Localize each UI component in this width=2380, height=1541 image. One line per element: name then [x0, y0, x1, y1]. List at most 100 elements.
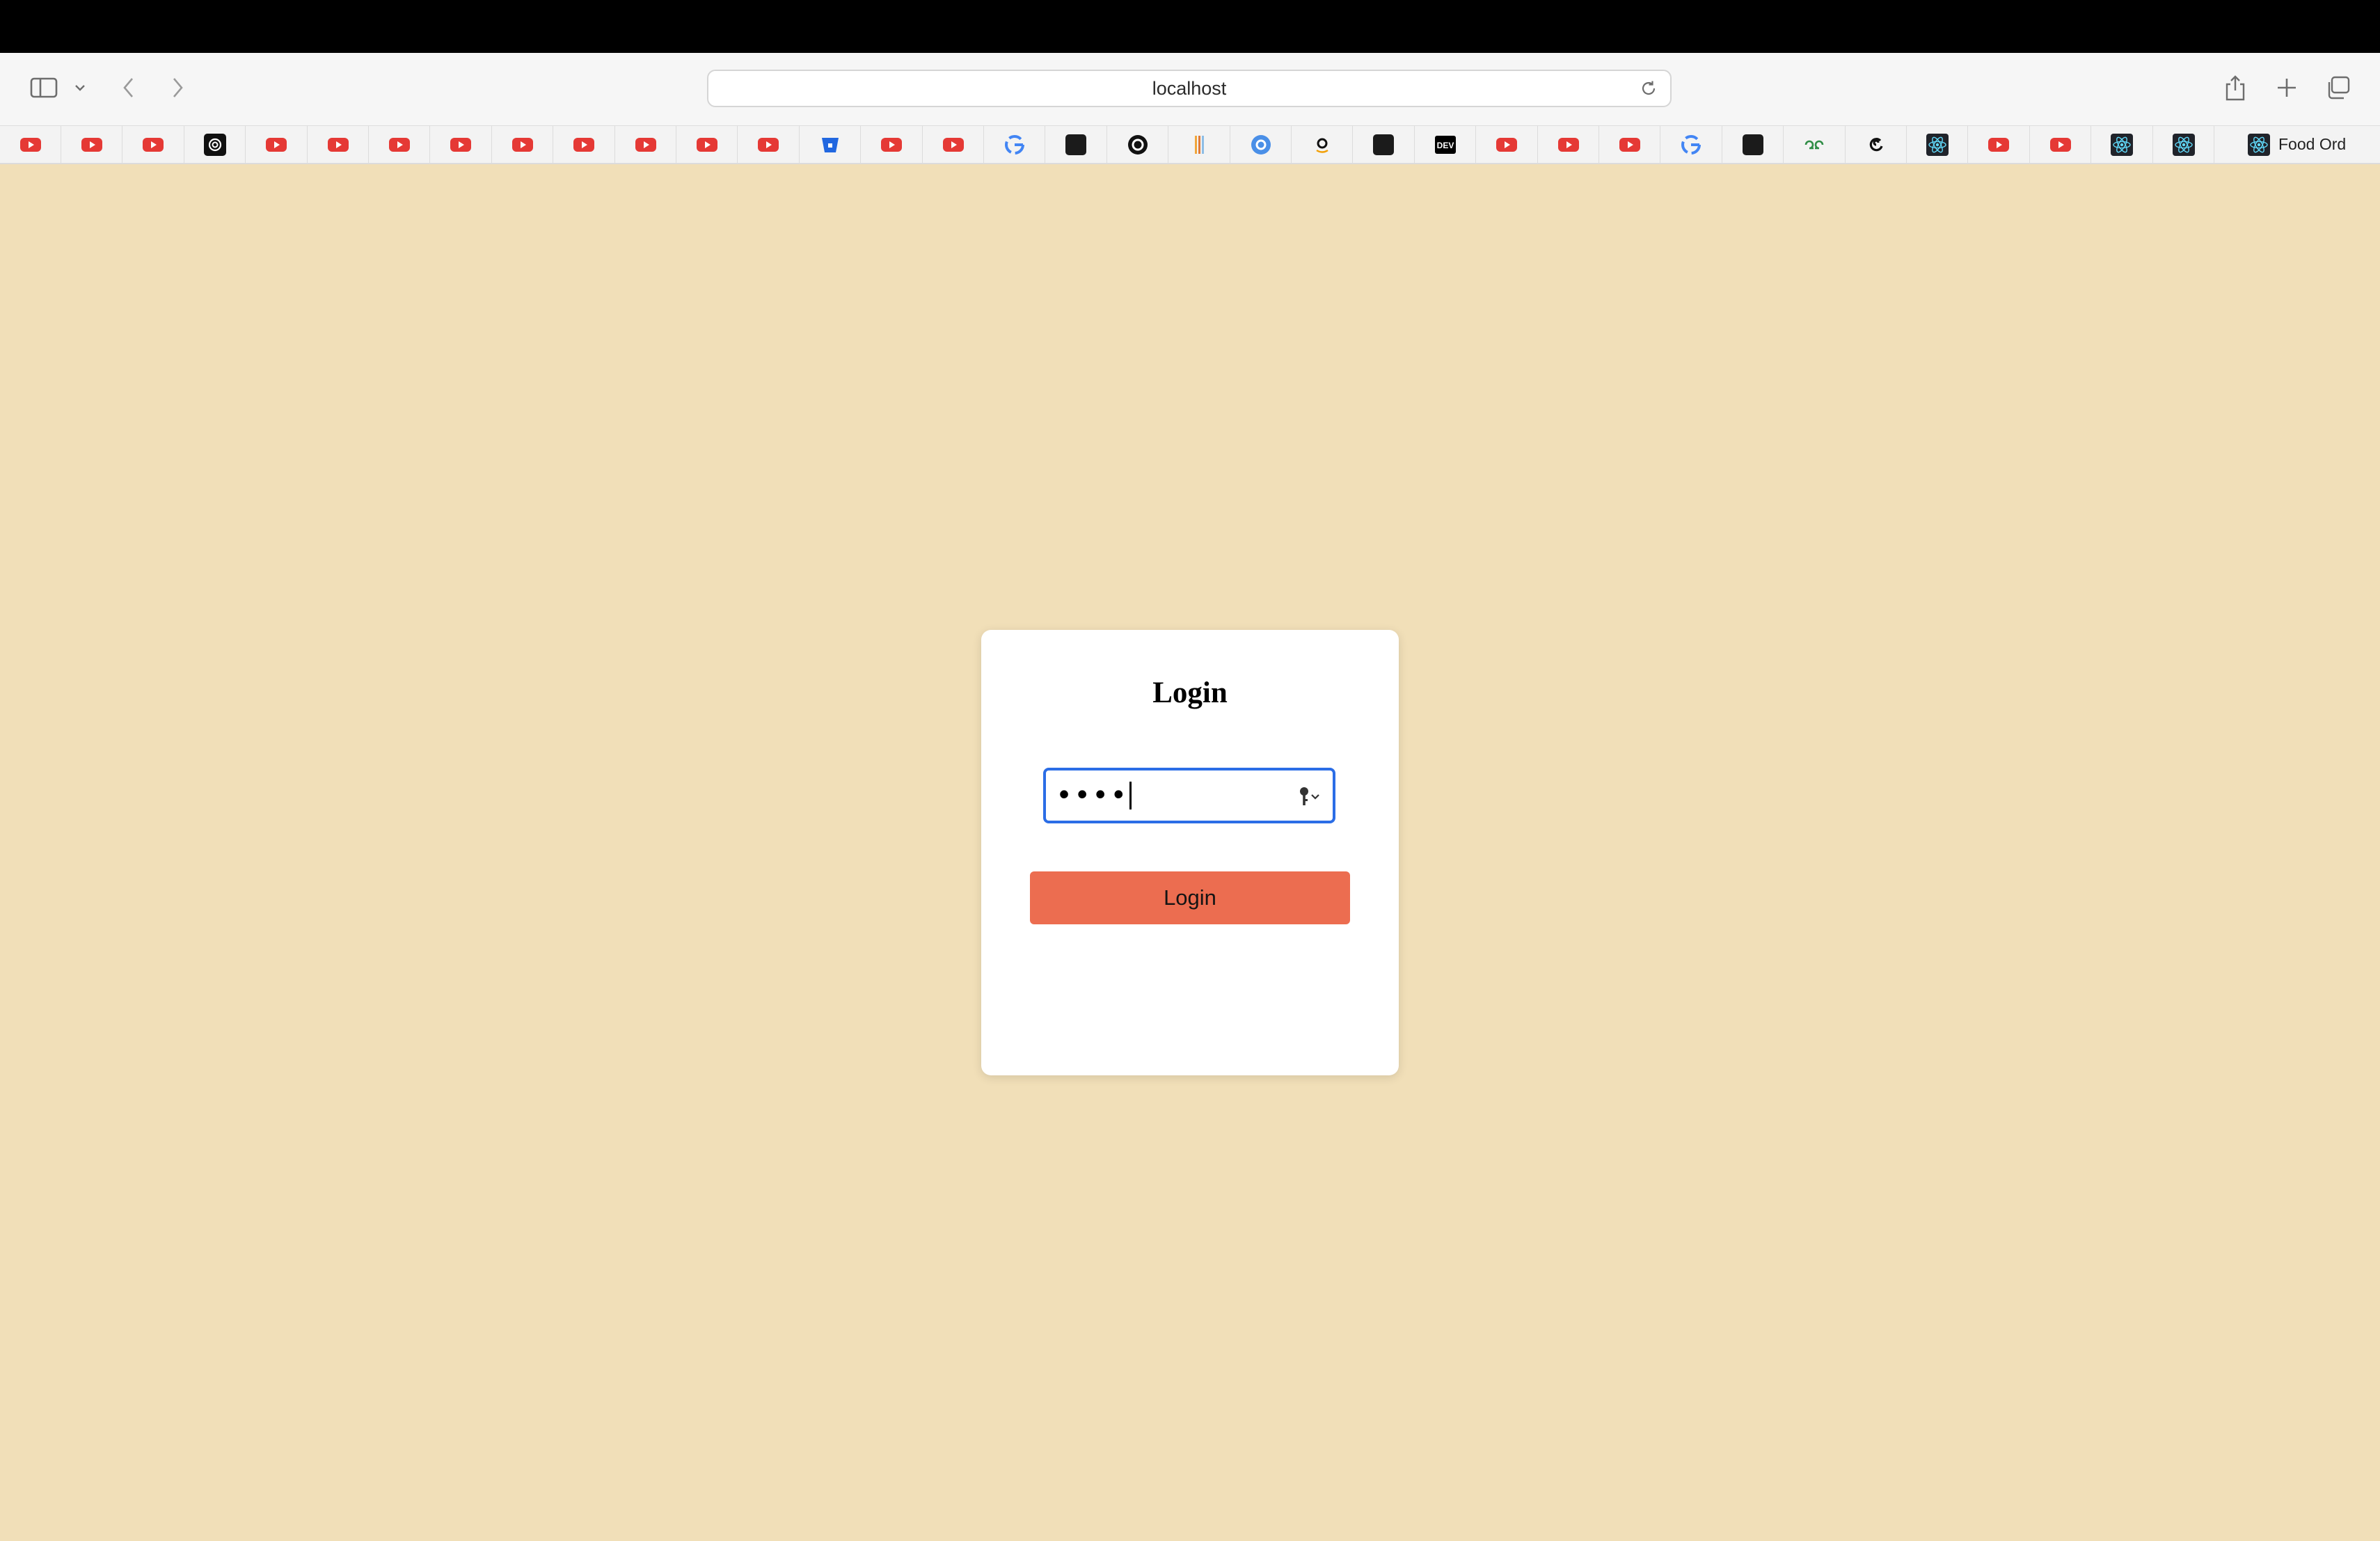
youtube-icon — [1557, 137, 1579, 152]
bookmark-item[interactable] — [492, 126, 554, 163]
youtube-icon — [511, 137, 533, 152]
bookmark-label: Food Ord — [2278, 135, 2347, 153]
youtube-icon — [388, 137, 410, 152]
react-icon — [2248, 133, 2270, 156]
dev-icon: DEV — [1434, 135, 1456, 154]
dark-square-icon — [1373, 134, 1395, 155]
bookmark-item[interactable] — [984, 126, 1046, 163]
youtube-icon — [881, 137, 903, 152]
forward-button[interactable] — [164, 68, 191, 107]
bookmark-item[interactable] — [0, 126, 61, 163]
react-icon — [2111, 133, 2134, 156]
new-tab-button[interactable] — [2273, 68, 2301, 107]
share-button[interactable] — [2221, 68, 2249, 107]
bookmark-item[interactable] — [1292, 126, 1354, 163]
bookmark-item[interactable] — [1907, 126, 1969, 163]
address-text: localhost — [1152, 77, 1227, 99]
bookmark-item[interactable] — [2153, 126, 2214, 163]
tab-overview-button[interactable] — [2324, 68, 2352, 107]
chevron-right-icon — [173, 78, 183, 97]
sidebar-toggle-button[interactable] — [26, 68, 61, 107]
react-icon — [2172, 133, 2195, 156]
bookmark-item[interactable] — [123, 126, 184, 163]
circle-logo-icon — [1127, 134, 1148, 155]
bookmark-item[interactable] — [1538, 126, 1599, 163]
bookmark-item[interactable] — [184, 126, 246, 163]
bookmark-item[interactable] — [554, 126, 615, 163]
youtube-icon — [81, 137, 102, 152]
sidebar-icon — [30, 77, 58, 98]
password-value: •••• — [1056, 780, 1129, 812]
text-caret — [1129, 782, 1132, 809]
youtube-icon — [758, 137, 779, 152]
bookmark-item[interactable] — [61, 126, 123, 163]
youtube-icon — [19, 137, 41, 152]
youtube-icon — [143, 137, 164, 152]
login-button[interactable]: Login — [1030, 871, 1350, 924]
password-input[interactable]: •••• — [1043, 768, 1335, 823]
youtube-icon — [450, 137, 472, 152]
bookmarks-bar: DEV Food Ord — [0, 126, 2380, 164]
bookmark-item[interactable] — [862, 126, 923, 163]
bookmark-item[interactable] — [2092, 126, 2153, 163]
amazon-icon — [1312, 135, 1331, 154]
svg-text:DEV: DEV — [1436, 141, 1454, 150]
bookmark-item[interactable] — [738, 126, 800, 163]
chevron-left-icon — [123, 78, 133, 97]
blue-circle-icon — [1251, 134, 1271, 155]
share-icon — [2226, 75, 2245, 101]
bookmark-item[interactable] — [1046, 126, 1107, 163]
geeksforgeeks-icon — [1804, 140, 1824, 149]
bookmark-item[interactable] — [1846, 126, 1907, 163]
tabs-icon — [2328, 76, 2350, 100]
youtube-icon — [1496, 137, 1518, 152]
youtube-icon — [942, 137, 964, 152]
bookmark-item[interactable] — [1784, 126, 1846, 163]
google-icon — [1004, 134, 1024, 155]
bookmark-item[interactable] — [1169, 126, 1230, 163]
sidebar-menu-button[interactable] — [70, 68, 90, 107]
bookmark-item[interactable] — [1599, 126, 1661, 163]
bookmark-item[interactable] — [1230, 126, 1292, 163]
password-key-icon[interactable] — [1295, 784, 1323, 808]
openai-icon — [203, 133, 226, 156]
bookmark-item[interactable] — [246, 126, 308, 163]
youtube-icon — [1988, 137, 2010, 152]
youtube-icon — [327, 137, 349, 152]
bookmark-item[interactable] — [923, 126, 984, 163]
bookmark-food-ord[interactable]: Food Ord — [2215, 126, 2380, 163]
youtube-icon — [2049, 137, 2071, 152]
youtube-icon — [573, 137, 595, 152]
bookmark-item[interactable] — [1477, 126, 1538, 163]
bitbucket-icon — [821, 137, 839, 152]
reload-icon[interactable] — [1640, 79, 1658, 97]
bookmark-item[interactable] — [1354, 126, 1415, 163]
youtube-icon — [266, 137, 287, 152]
login-title: Login — [1152, 677, 1228, 709]
bookmark-item[interactable] — [615, 126, 676, 163]
bookmark-item[interactable] — [1661, 126, 1722, 163]
bookmark-item[interactable] — [308, 126, 369, 163]
bookmark-item[interactable] — [676, 126, 738, 163]
bookmark-item[interactable] — [1107, 126, 1169, 163]
chevron-down-icon — [75, 85, 85, 91]
login-card: Login •••• Login — [981, 630, 1399, 1075]
bookmark-item[interactable] — [1969, 126, 2030, 163]
bookmark-item[interactable] — [369, 126, 431, 163]
google-icon — [1681, 134, 1701, 155]
address-bar[interactable]: localhost — [707, 70, 1672, 107]
plus-icon — [2278, 79, 2296, 97]
bookmark-item[interactable] — [2030, 126, 2092, 163]
spiral-icon — [1869, 137, 1883, 151]
dark-square-icon — [1065, 134, 1087, 155]
back-button[interactable] — [115, 68, 143, 107]
youtube-icon — [635, 137, 656, 152]
react-icon — [1926, 133, 1949, 156]
youtube-icon — [1619, 137, 1640, 152]
dark-square-icon — [1742, 134, 1763, 155]
system-top-bar — [0, 0, 2380, 53]
bookmark-item[interactable] — [1722, 126, 1784, 163]
bookmark-item[interactable] — [800, 126, 862, 163]
bookmark-item[interactable] — [431, 126, 492, 163]
bookmark-item[interactable]: DEV — [1415, 126, 1477, 163]
